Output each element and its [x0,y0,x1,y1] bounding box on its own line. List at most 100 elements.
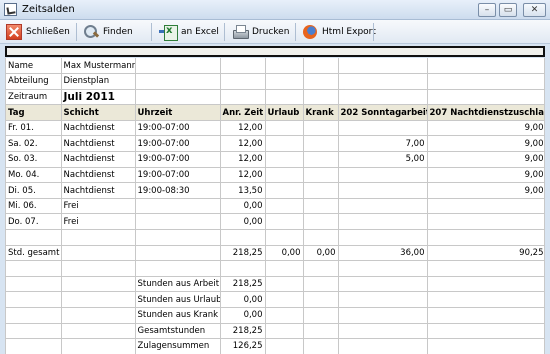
html-export-button[interactable]: Html Export [302,22,376,42]
period-value[interactable]: Juli 2011 [61,89,136,106]
cell-sick[interactable]: 0,00 [303,245,339,262]
cell-shift[interactable]: Nachtdienst [61,182,136,199]
cell-day[interactable]: Do. 07. [6,213,62,231]
col-header-sick[interactable]: Krank [303,104,339,121]
find-button[interactable]: Finden [83,22,133,42]
cell-shift[interactable]: Nachtdienst [61,120,136,137]
cell-night-bonus[interactable]: 9,00 [427,182,544,199]
cell-sunday-work[interactable]: 5,00 [338,151,428,168]
cell-day[interactable]: So. 03. [6,151,62,168]
col-header-vacation[interactable]: Urlaub [265,104,304,121]
name-value[interactable]: Max Mustermann [61,58,136,75]
cell-day[interactable]: Fr. 01. [6,120,62,137]
cell-sick[interactable] [303,213,339,231]
cell-shift[interactable]: Nachtdienst [61,135,136,153]
department-value[interactable]: Dienstplan [61,73,136,90]
col-header-day[interactable]: Tag [6,104,62,121]
cell-vacation[interactable] [265,151,304,168]
cell-time[interactable]: 19:00-07:00 [135,120,221,137]
empty-row[interactable] [6,229,544,246]
cell-vacation[interactable] [265,135,304,153]
table-row[interactable]: Mi. 06. Frei 0,00 [6,198,544,215]
cell-sunday-work[interactable] [338,167,428,184]
cell-credited-time[interactable] [220,260,266,277]
cell-credited-time[interactable]: 218,25 [220,245,266,262]
cell-vacation[interactable] [265,167,304,184]
cell-credited-time[interactable]: 0,00 [220,198,266,215]
cell-time[interactable] [135,260,221,277]
cell-time[interactable]: 19:00-07:00 [135,167,221,184]
cell-day[interactable]: Sa. 02. [6,135,62,153]
cell-day[interactable]: Di. 05. [6,182,62,199]
cell-night-bonus[interactable] [427,229,544,246]
table-row[interactable]: Mo. 04. Nachtdienst 19:00-07:00 12,00 9,00 [6,167,544,184]
cell-night-bonus[interactable] [427,260,544,277]
table-row[interactable]: So. 03. Nachtdienst 19:00-07:00 12,00 5,00 9,… [6,151,544,168]
cell-time[interactable] [135,213,221,231]
table-row[interactable]: Do. 07. Frei 0,00 [6,213,544,231]
cell-night-bonus[interactable] [427,198,544,215]
cell-credited-time[interactable]: 12,00 [220,167,266,184]
cell-sick[interactable] [303,135,339,153]
col-header-time[interactable]: Uhrzeit [135,104,221,121]
cell-night-bonus[interactable] [427,213,544,231]
cell-sunday-work[interactable]: 7,00 [338,135,428,153]
cell-night-bonus[interactable]: 90,25 [427,245,544,262]
cell-time[interactable] [135,198,221,215]
cell-day[interactable] [6,229,62,246]
cell-credited-time[interactable]: 12,00 [220,151,266,168]
cell-day[interactable]: Mo. 04. [6,167,62,184]
cell-night-bonus[interactable]: 9,00 [427,151,544,168]
cell-shift[interactable] [61,229,136,246]
cell-sick[interactable] [303,167,339,184]
cell-shift[interactable]: Frei [61,213,136,231]
cell-credited-time[interactable]: 13,50 [220,182,266,199]
cell-night-bonus[interactable]: 9,00 [427,167,544,184]
cell-vacation[interactable] [265,198,304,215]
cell-day[interactable] [6,260,62,277]
cell-time[interactable]: 19:00-08:30 [135,182,221,199]
export-excel-button[interactable]: an Excel [159,22,219,42]
cell-day[interactable]: Mi. 06. [6,198,62,215]
cell-day[interactable]: Std. gesamt [6,245,62,262]
cell-vacation[interactable] [265,120,304,137]
cell-credited-time[interactable]: 12,00 [220,120,266,137]
cell-time[interactable]: 19:00-07:00 [135,151,221,168]
cell-shift[interactable] [61,245,136,262]
cell-sunday-work[interactable] [338,260,428,277]
cell-sick[interactable] [303,120,339,137]
cell-vacation[interactable] [265,182,304,199]
cell-sunday-work[interactable] [338,198,428,215]
col-header-credited-time[interactable]: Anr. Zeit [220,104,266,121]
cell-credited-time[interactable]: 12,00 [220,135,266,153]
cell-vacation[interactable]: 0,00 [265,245,304,262]
cell-vacation[interactable] [265,213,304,231]
cell-time[interactable] [135,245,221,262]
cell-vacation[interactable] [265,229,304,246]
cell-credited-time[interactable] [220,229,266,246]
col-header-shift[interactable]: Schicht [61,104,136,121]
cell-sick[interactable] [303,229,339,246]
cell-shift[interactable]: Frei [61,198,136,215]
cell-credited-time[interactable]: 0,00 [220,213,266,231]
cell-sick[interactable] [303,151,339,168]
empty-row[interactable] [6,260,544,277]
maximize-button[interactable]: ▭ [499,3,517,17]
cell-sick[interactable] [303,198,339,215]
cell-sunday-work[interactable] [338,120,428,137]
col-header-sunday-work[interactable]: 202 Sonntagarbeit [338,104,428,121]
col-header-night-bonus[interactable]: 207 Nachtdienstzuschlag [427,104,544,121]
cell-time[interactable] [135,229,221,246]
close-window-button[interactable]: ✕ [523,3,546,17]
cell-sick[interactable] [303,260,339,277]
cell-vacation[interactable] [265,260,304,277]
cell-sunday-work[interactable]: 36,00 [338,245,428,262]
total-row[interactable]: Std. gesamt 218,25 0,00 0,00 36,00 90,25 [6,245,544,262]
cell-time[interactable]: 19:00-07:00 [135,135,221,153]
cell-night-bonus[interactable]: 9,00 [427,135,544,153]
print-button[interactable]: Drucken [232,22,289,42]
minimize-button[interactable]: – [478,3,496,17]
cell-sunday-work[interactable] [338,213,428,231]
cell-sunday-work[interactable] [338,229,428,246]
table-row[interactable]: Fr. 01. Nachtdienst 19:00-07:00 12,00 9,00 [6,120,544,137]
